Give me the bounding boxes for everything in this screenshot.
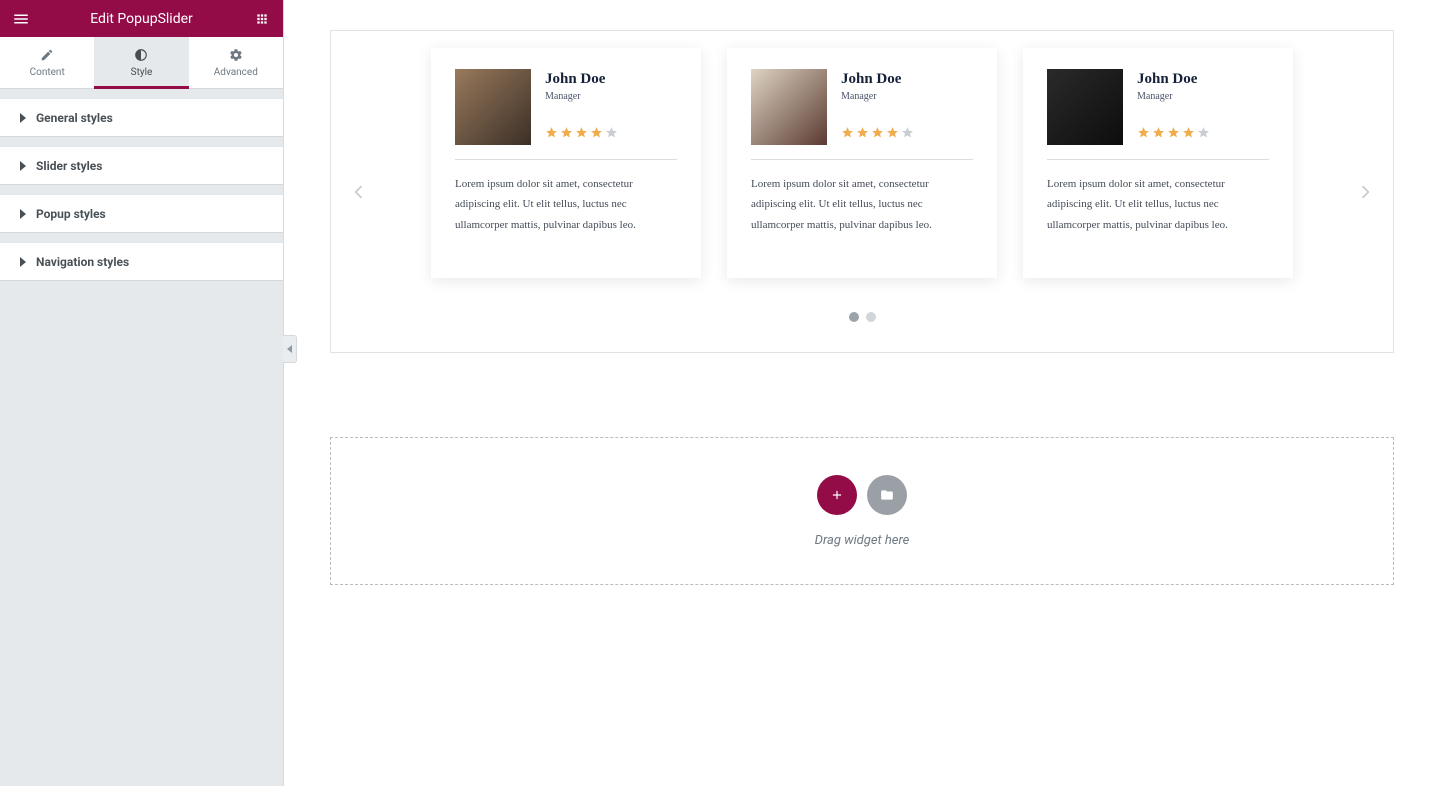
card-role: Manager [841,91,914,102]
card-name: John Doe [1137,71,1210,88]
slider-next-arrow[interactable] [1353,180,1377,204]
star-icon [575,124,588,137]
tab-advanced[interactable]: Advanced [189,37,283,88]
collapse-sidebar-button[interactable] [283,335,297,363]
slider-cards: John Doe Manager Lorem ipsum dolor sit a… [369,48,1355,278]
star-icon [1137,124,1150,137]
star-icon [901,124,914,137]
tab-advanced-label: Advanced [214,67,258,78]
editor-canvas: John Doe Manager Lorem ipsum dolor sit a… [284,0,1440,786]
star-icon [886,124,899,137]
slider-dots [369,312,1355,322]
card-text: Lorem ipsum dolor sit amet, consectetur … [455,174,677,235]
avatar [751,69,827,145]
testimonial-card[interactable]: John Doe Manager Lorem ipsum dolor sit a… [1023,48,1293,278]
star-rating [1137,124,1210,137]
sidebar-title: Edit PopupSlider [30,11,253,27]
sidebar-header: Edit PopupSlider [0,0,283,37]
tab-style-label: Style [131,67,153,78]
star-rating [841,124,914,137]
star-icon [590,124,603,137]
tab-content[interactable]: Content [0,37,94,88]
section-label: Navigation styles [36,255,129,269]
section-popup-styles[interactable]: Popup styles [0,195,283,233]
avatar [1047,69,1123,145]
star-icon [560,124,573,137]
card-name: John Doe [841,71,914,88]
card-text: Lorem ipsum dolor sit amet, consectetur … [1047,174,1269,235]
star-icon [856,124,869,137]
tab-content-label: Content [30,67,65,78]
section-slider-styles[interactable]: Slider styles [0,147,283,185]
section-label: Popup styles [36,207,106,221]
apps-icon[interactable] [253,10,271,28]
widget-dropzone[interactable]: Drag widget here [330,437,1394,585]
star-icon [1182,124,1195,137]
star-icon [841,124,854,137]
star-icon [871,124,884,137]
sidebar-tabs: Content Style Advanced [0,37,283,89]
star-icon [605,124,618,137]
slider-dot[interactable] [849,312,859,322]
slider-widget[interactable]: John Doe Manager Lorem ipsum dolor sit a… [330,30,1394,353]
section-label: General styles [36,111,113,125]
star-icon [545,124,558,137]
slider-prev-arrow[interactable] [347,180,371,204]
star-icon [1152,124,1165,137]
section-general-styles[interactable]: General styles [0,99,283,137]
testimonial-card[interactable]: John Doe Manager Lorem ipsum dolor sit a… [727,48,997,278]
star-icon [1167,124,1180,137]
tab-style[interactable]: Style [94,37,188,88]
menu-icon[interactable] [12,10,30,28]
slider-dot[interactable] [866,312,876,322]
template-library-button[interactable] [867,475,907,515]
add-widget-button[interactable] [817,475,857,515]
star-rating [545,124,618,137]
card-name: John Doe [545,71,618,88]
card-role: Manager [1137,91,1210,102]
avatar [455,69,531,145]
card-text: Lorem ipsum dolor sit amet, consectetur … [751,174,973,235]
editor-sidebar: Edit PopupSlider Content Style Advanced … [0,0,284,786]
section-navigation-styles[interactable]: Navigation styles [0,243,283,281]
testimonial-card[interactable]: John Doe Manager Lorem ipsum dolor sit a… [431,48,701,278]
star-icon [1197,124,1210,137]
dropzone-label: Drag widget here [815,533,910,548]
section-label: Slider styles [36,159,102,173]
card-role: Manager [545,91,618,102]
